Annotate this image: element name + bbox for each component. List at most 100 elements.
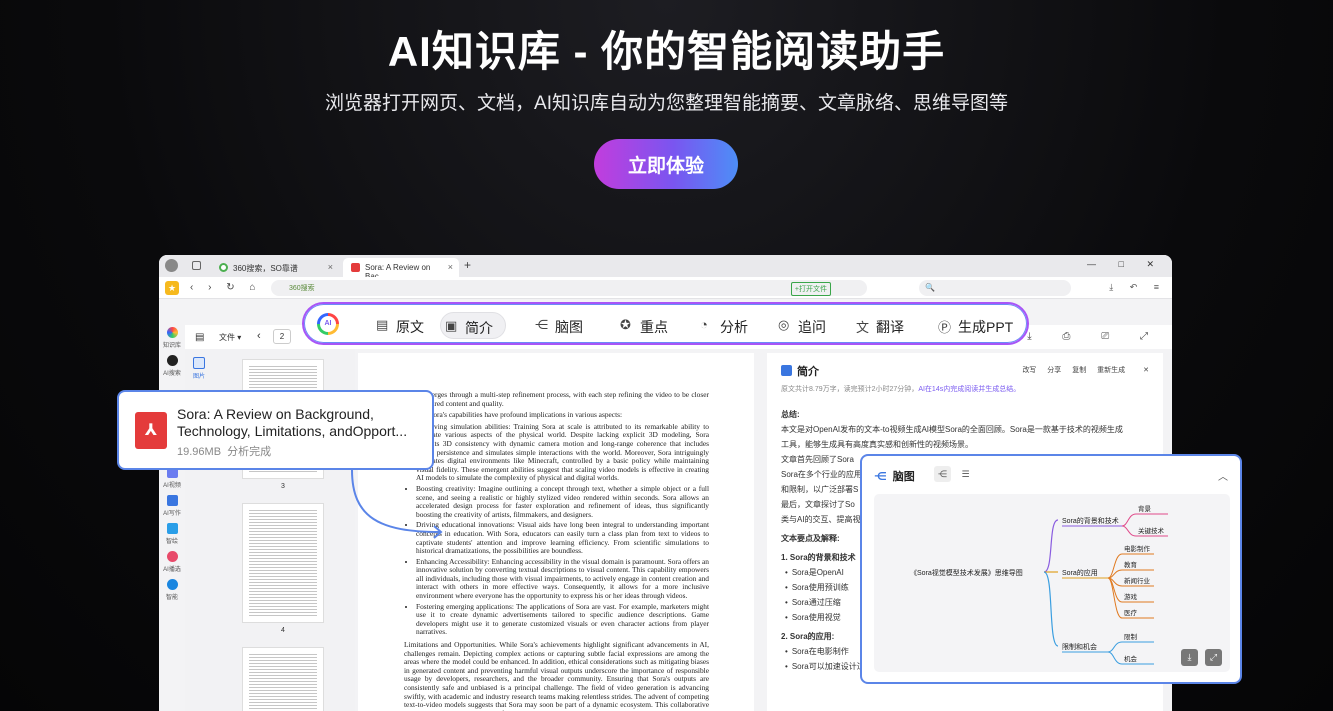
close-icon[interactable]: × [448,262,453,272]
summary-title: 简介 [781,363,819,379]
zhihui-icon [166,523,178,534]
sidebar-item-smart[interactable]: 智能 [159,579,185,601]
regenerate-button[interactable]: 重新生成 [1097,367,1125,374]
mindmap-leaf-link [1121,525,1137,537]
collapse-icon[interactable]: ︿ [1218,468,1228,483]
list-item: Boosting creativity: Imagine outlining a… [416,484,709,519]
mindmap-leaf: 背景 [1138,504,1152,513]
mindmap-root: 《Sora视觉模型技术发展》思维导图 [910,568,1023,577]
try-now-button[interactable]: 立即体验 [594,139,738,189]
rewrite-button[interactable]: 改写 [1022,367,1036,374]
mindmap-leaf-link [1107,577,1123,603]
summary-icon [781,365,792,376]
sidebar-item-ai-search[interactable]: AI搜索 [159,355,185,377]
mindmap-leaf-link [1107,651,1123,665]
ai-logo-icon [317,313,339,335]
sidebar-item-ai-video[interactable]: AI视频 [159,467,185,489]
ai-tab-icon: 文 [856,320,870,335]
ai-tab-icon: ▤ [376,317,389,332]
tab-overview-icon[interactable] [192,261,201,270]
page-thumbnail[interactable] [242,647,324,711]
ai-tab-5[interactable]: ◎ 追问 [774,312,826,339]
tab-bar: 360搜索，SO靠谱 × Sora: A Review on Bac... × … [159,255,1172,281]
mindmap-view-icon[interactable]: ⋲ [934,466,951,482]
image-panel-button[interactable]: 图片 [191,357,207,383]
ai-tab-6[interactable]: 文翻译 [852,312,904,339]
close-icon[interactable]: × [328,262,333,272]
search-icon: 🔍 [925,283,935,292]
summary-line: 工具，能够生成具有高度真实感和创新性的视频场景。 [781,440,973,449]
ai-tab-label: 追问 [798,319,826,335]
ai-tab-label: 脑图 [555,319,583,335]
url-input[interactable]: 360搜索 +打开文件 [271,280,867,296]
summary-line: 本文是对OpenAI发布的文本-to视频生成AI模型Sora的全面回顾。Sora… [781,425,1123,434]
doc-paragraph: video emerges through a multi-step refin… [404,390,709,408]
ai-tab-0[interactable]: ▤ 原文 [372,312,424,339]
ai-tab-icon: ✪ [620,317,631,332]
file-status: 分析完成 [227,446,272,458]
tab-label: 360搜索，SO靠谱 [233,264,298,273]
favorites-icon[interactable]: ★ [165,281,179,295]
ai-tab-icon: ⋲ [535,317,548,332]
mindmap-graph: 《Sora视觉模型技术发展》思维导图 Sora的背景和技术 背景关键技术 Sora的应… [910,504,1168,665]
open-file-badge[interactable]: +打开文件 [790,282,831,296]
summary-line: 总结: [781,410,800,419]
file-card[interactable]: ⅄ Sora: A Review on Background, Technolo… [117,390,434,470]
tab-sora-pdf[interactable]: Sora: A Review on Bac... × [343,258,459,281]
window-controls[interactable]: — □ ✕ [1087,259,1164,270]
outline-view-icon[interactable]: ☰ [957,466,974,482]
doc-bullet-list: Improving simulation abilities: Training… [416,422,709,637]
page-thumbnail[interactable] [242,503,324,623]
new-tab-button[interactable]: + [464,258,471,272]
sidebar-item-zhihui[interactable]: 智绘 [159,523,185,545]
fullscreen-icon[interactable]: ⤢ [1205,649,1222,666]
ai-tab-label: 重点 [640,319,668,335]
copy-button[interactable]: 复制 [1072,367,1086,374]
pdf-file-icon: ⅄ [135,412,167,449]
file-menu[interactable]: 文件 ▾ [219,332,241,343]
mindmap-leaf: 机会 [1124,654,1138,663]
search-input[interactable]: 🔍 [919,280,1071,296]
ai-tab-2[interactable]: ⋲ 脑图 [531,312,583,339]
mindmap-branch: 限制和机会 [1062,642,1097,651]
mindmap-branch-link [1043,571,1059,647]
ai-tab-icon: ◎ [778,317,790,332]
ai-tab-3[interactable]: ✪ 重点 [616,312,668,339]
mindmap-icon: ⋲ [874,471,887,483]
page-number-input[interactable]: 2 [273,329,291,344]
mindmap-leaf: 游戏 [1124,592,1138,601]
download-icon[interactable]: ⤓ [1181,649,1198,666]
mindmap-branch: Sora的应用 [1062,568,1098,577]
ai-tab-7[interactable]: Ⓟ 生成PPT [934,312,1013,339]
mindmap-card: ⋲ 脑图 ⋲ ☰ ︿ 《Sora视觉模型技术发展》思维导图 Sora的背景和技术 背景关… [860,454,1242,684]
mindmap-leaf-link [1121,513,1137,527]
360-logo-icon [219,263,228,272]
smart-icon [166,579,178,590]
summary-meta: 原文共计8.79万字，读完预计2小时27分钟，AI在14s内完成阅读并生成总结。 [781,386,1021,393]
close-icon[interactable]: ✕ [1143,367,1149,374]
mindmap-leaf: 电影制作 [1124,544,1151,553]
list-item: Driving educational innovations: Visual … [416,520,709,555]
ai-tab-1[interactable]: ▣ 简介 [440,312,506,339]
mindmap-view-tools: ⋲ ☰ [934,466,980,482]
toolbar-right-icons[interactable]: ⤓ ↶ ≡ [1109,282,1166,293]
nav-buttons[interactable]: ‹ › ↻ ⌂ [190,282,261,293]
share-button[interactable]: 分享 [1047,367,1061,374]
mindmap-leaf: 新闻行业 [1124,576,1151,585]
sidebar-item-knowledge[interactable]: 知识库 [159,327,185,349]
sidebar-item-ai-pick[interactable]: AI播选 [159,551,185,573]
ai-pick-icon [166,551,178,562]
mindmap-branch-link [1043,519,1059,573]
prev-page-button[interactable]: ‹ [257,330,261,342]
ai-tab-label: 简介 [465,320,493,336]
hero-subtitle: 浏览器打开网页、文档，AI知识库自动为您整理智能摘要、文章脉络、思维导图等 [325,93,1008,114]
sidebar-item-ai-write[interactable]: AI写作 [159,495,185,517]
ai-tab-4[interactable]: ◔ 分析 [696,312,748,339]
avatar[interactable] [165,259,178,272]
url-text: 360搜索 [289,285,315,292]
sidebar-toggle-icon[interactable]: ▤ [195,332,204,343]
ai-tab-label: 翻译 [876,319,904,335]
file-size: 19.96MB [177,446,222,458]
pdf-right-tools[interactable]: ⤓ ⎙ ⎚ ⤢ [1027,331,1162,342]
tab-360-search[interactable]: 360搜索，SO靠谱 × [211,258,339,277]
